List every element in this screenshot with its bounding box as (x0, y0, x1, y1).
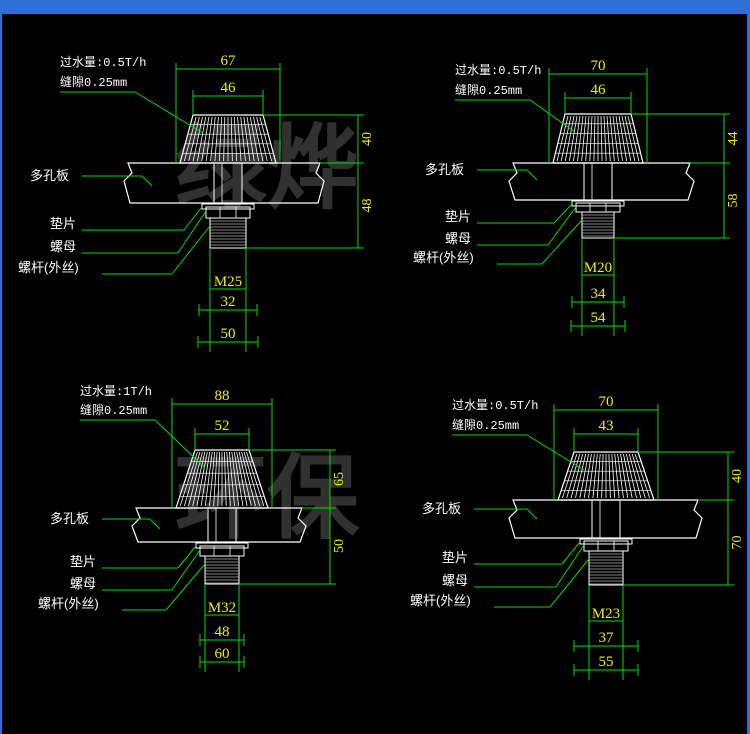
nozzle-3-nut-label: 螺母 (70, 576, 96, 591)
nozzle-2-plate-leader (526, 169, 538, 181)
nozzle-2-gap-leader (529, 99, 576, 133)
nozzle-1-thread-size: M25 (214, 274, 242, 290)
nozzle-4-slot (611, 453, 616, 499)
nozzle-4-dim-base2-value: 55 (599, 654, 614, 670)
nozzle-1-rod-label: 螺杆(外丝) (18, 260, 79, 275)
nozzle-3-plate-leader (149, 518, 161, 530)
nozzle-2-slot (615, 115, 623, 162)
nozzle-4-slot (601, 453, 604, 499)
nozzle-4-plate-label: 多孔板 (422, 501, 461, 516)
nozzle-2-slot (593, 115, 596, 162)
nozzle-3-dim-base2-value: 60 (215, 646, 230, 662)
nozzle-2-slot (568, 115, 578, 162)
nozzle-4-rod (588, 550, 624, 586)
nozzle-2-slot (606, 115, 611, 162)
nozzle-3-thread-size: M32 (208, 600, 236, 616)
nozzle-drawings: 67464048M253250过水量:0.5T/h缝隙0.25mm多孔板垫片螺母… (18, 53, 745, 680)
nozzle-2-rod (581, 211, 615, 239)
nozzle-4-flow-label: 过水量:0.5T/h (452, 398, 538, 413)
nozzle-4-slot (608, 453, 611, 499)
nozzle-4-nut (583, 540, 629, 552)
nozzle-4-gap-label: 缝隙0.25mm (452, 417, 519, 433)
nozzle-2-slot (585, 115, 590, 162)
nozzle-3-nut-leader (171, 549, 201, 591)
nozzle-4-washer-label: 垫片 (442, 550, 468, 565)
nozzle-2-slot (600, 115, 603, 162)
nozzle-1-dim-inner-value: 46 (221, 80, 237, 96)
nozzle-2-flow-label: 过水量:0.5T/h (455, 63, 541, 78)
nozzle-4-plate (508, 499, 703, 539)
drawing-canvas: 绿烨 环保 67464048M253250过水量:0.5T/h缝隙0.25mm多… (18, 53, 745, 680)
nozzle-4-dim-outer-value: 70 (599, 394, 614, 410)
nozzle-3-dim-cap-height-value: 65 (332, 472, 347, 486)
nozzle-3-gap-label: 缝隙0.25mm (80, 402, 147, 418)
nozzle-2-stem (583, 162, 613, 201)
nozzle-4-slot (596, 453, 601, 499)
nozzle-3-dim-stem-height-value: 50 (332, 539, 347, 553)
nozzle-2-nut (575, 202, 621, 213)
nozzle-2-nut-label: 螺母 (445, 231, 471, 246)
nozzle-3-washer-label: 垫片 (70, 554, 96, 569)
nozzle-4-dim-stem-height-value: 70 (730, 536, 745, 550)
nozzle-4-nut-label: 螺母 (442, 573, 468, 588)
nozzle-3-rod-label: 螺杆(外丝) (38, 596, 99, 611)
nozzle-2: 70 46 44 58 M20 34 54 过水量:0.5T/h 缝隙0.25mm 多孔板垫片螺母… (413, 58, 741, 336)
nozzle-2-washer-label: 垫片 (445, 209, 471, 224)
nozzle-3-dim-outer-value: 88 (215, 388, 230, 404)
nozzle-4-rod-label: 螺杆(外丝) (410, 593, 471, 608)
nozzle-1-washer-label: 垫片 (50, 216, 76, 231)
nozzle-2-plate-label: 多孔板 (425, 162, 464, 177)
nozzle-2-slot (589, 115, 593, 162)
nozzle-4-plate-leader (526, 508, 538, 520)
nozzle-4-dim-cap-height-value: 40 (730, 469, 745, 483)
nozzle-1-plate-leader (141, 175, 153, 187)
nozzle-4-stem (591, 499, 621, 539)
nozzle-4-slot (634, 453, 651, 499)
nozzle-2-dim-base1-value: 34 (591, 286, 607, 302)
nozzle-4-dim-inner-value: 43 (599, 418, 614, 434)
nozzle-3-dim-inner-value: 52 (215, 418, 230, 434)
nozzle-1-plate-label: 多孔板 (30, 168, 69, 183)
nozzle-2-plate (508, 162, 695, 201)
nozzle-4-thread-size: M23 (592, 606, 620, 622)
nozzle-1-dim-cap-height-value: 40 (360, 132, 375, 146)
nozzle-1-gap-label: 缝隙0.25mm (60, 74, 127, 90)
nozzle-2-washer-leader (553, 203, 573, 224)
nozzle-1-flow-label: 过水量:0.5T/h (60, 55, 146, 70)
nozzle-4-slot (620, 453, 629, 499)
nozzle-2-slot (573, 115, 581, 162)
nozzle-4-dim-base1-value: 37 (599, 630, 615, 646)
nozzle-4-slot (583, 453, 592, 499)
nozzle-1-nut-label: 螺母 (50, 239, 76, 254)
nozzle-4-washer-leader (561, 541, 581, 565)
nozzle-2-dim-base2-value: 54 (591, 310, 607, 326)
nozzle-4: 70 43 40 70 M23 37 55 过水量:0.5T/h 缝隙0.25mm 多孔板垫片螺母… (410, 394, 745, 680)
nozzle-2-thread-size: M20 (584, 260, 612, 276)
nozzle-3-plate-label: 多孔板 (50, 511, 89, 526)
nozzle-1-dim-stem-height-value: 48 (360, 199, 375, 213)
nozzle-3-dim-base1-value: 48 (215, 624, 230, 640)
nozzle-4-nut-leader (555, 544, 585, 588)
nozzle-2-nut-leader (547, 206, 577, 246)
nozzle-4-slot (631, 453, 646, 499)
nozzle-1-dim-outer-value: 67 (221, 53, 237, 69)
nozzle-2-dim-inner-value: 46 (591, 82, 607, 98)
nozzle-2-gap-label: 缝隙0.25mm (455, 82, 522, 98)
nozzle-1-dim-base1-value: 32 (221, 294, 236, 310)
drawing-frame: 绿烨 环保 67 46 40 48 M25 32 50 过水量:0.5T/h 缝隙0.25mm 多… (0, 0, 750, 734)
nozzle-2-dim-stem-height-value: 58 (726, 194, 741, 208)
nozzle-3-flow-label: 过水量:1T/h (80, 384, 152, 399)
nozzle-2-dim-outer-value: 70 (591, 58, 606, 74)
nozzle-2-slot (618, 115, 628, 162)
nozzle-1-dim-base2-value: 50 (221, 326, 236, 342)
nozzle-2-dim-cap-height-value: 44 (726, 132, 741, 146)
nozzle-2-rod-label: 螺杆(外丝) (413, 250, 474, 265)
nozzle-2-slot (603, 115, 607, 162)
